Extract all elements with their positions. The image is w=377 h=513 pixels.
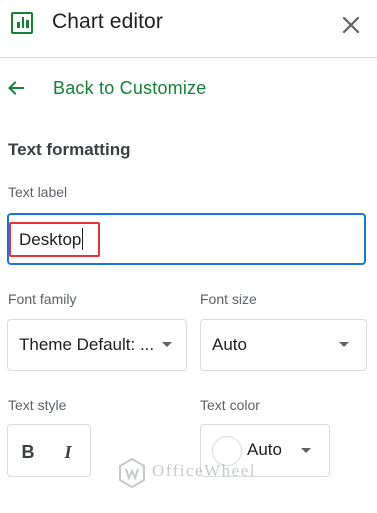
dropdown-arrow-icon bbox=[162, 342, 172, 347]
text-label-input[interactable] bbox=[19, 228, 349, 252]
font-size-value: Auto bbox=[212, 335, 247, 354]
bar-chart-icon bbox=[11, 12, 33, 34]
font-family-label: Font family bbox=[8, 291, 77, 307]
color-swatch bbox=[212, 436, 242, 466]
editor-header: Chart editor bbox=[0, 0, 377, 58]
panel-title: Chart editor bbox=[52, 10, 163, 33]
text-label-field[interactable] bbox=[7, 213, 366, 265]
arrow-left-icon bbox=[8, 81, 24, 95]
text-color-value: Auto bbox=[247, 440, 282, 459]
dropdown-arrow-icon bbox=[339, 342, 349, 347]
font-family-dropdown[interactable]: Theme Default: ... bbox=[7, 319, 187, 371]
font-size-label: Font size bbox=[200, 291, 257, 307]
text-label-caption: Text label bbox=[8, 184, 68, 200]
font-size-dropdown[interactable]: Auto bbox=[200, 319, 367, 371]
back-to-customize-link[interactable]: Back to Customize bbox=[0, 66, 377, 110]
text-style-group: B I bbox=[7, 424, 91, 477]
text-color-dropdown[interactable]: Auto bbox=[200, 424, 330, 477]
text-color-label: Text color bbox=[200, 397, 260, 413]
italic-button[interactable]: I bbox=[54, 438, 82, 466]
dropdown-arrow-icon bbox=[301, 448, 311, 453]
section-title: Text formatting bbox=[8, 140, 131, 159]
back-link-label: Back to Customize bbox=[53, 78, 207, 98]
text-style-label: Text style bbox=[8, 397, 67, 413]
font-family-value: Theme Default: ... bbox=[19, 335, 155, 354]
text-cursor bbox=[82, 228, 83, 250]
officewheel-logo-icon bbox=[119, 458, 145, 488]
close-icon[interactable] bbox=[340, 14, 362, 36]
bold-button[interactable]: B bbox=[14, 438, 42, 466]
